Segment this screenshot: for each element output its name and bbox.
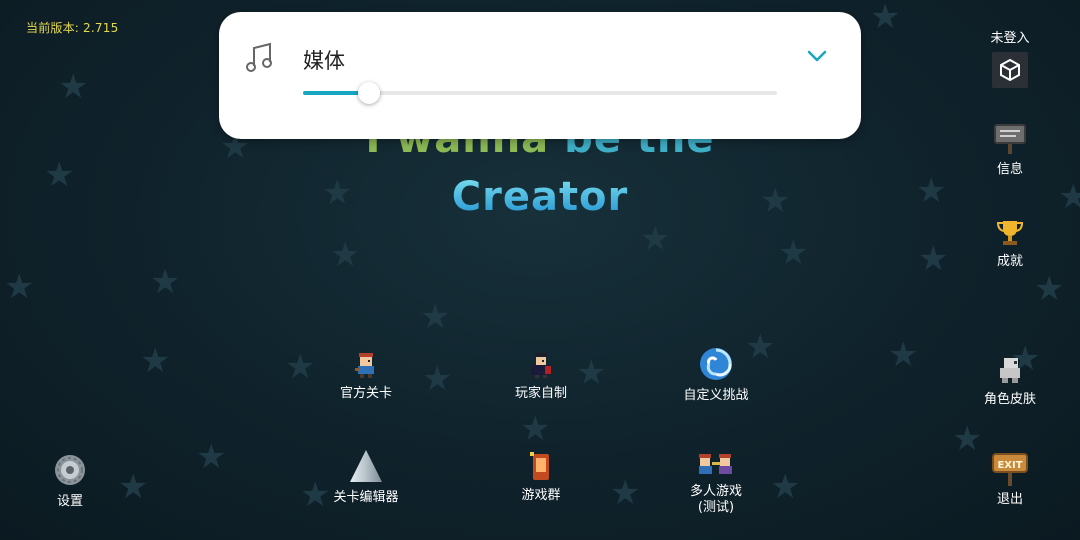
volume-slider-thumb[interactable] bbox=[358, 82, 381, 104]
game-group-button[interactable]: 游戏群 bbox=[481, 450, 601, 504]
star-icon: ★ bbox=[1034, 269, 1065, 309]
achievements-label: 成就 bbox=[996, 254, 1023, 269]
volume-label: 媒体 bbox=[303, 49, 345, 73]
star-icon: ★ bbox=[778, 233, 809, 273]
star-icon: ★ bbox=[520, 409, 551, 449]
version-text: 当前版本: 2.715 bbox=[26, 21, 119, 35]
star-icon: ★ bbox=[150, 262, 181, 302]
achievements-button[interactable]: 成就 bbox=[950, 218, 1070, 270]
star-icon: ★ bbox=[422, 359, 453, 399]
official-levels-label: 官方关卡 bbox=[339, 386, 392, 401]
multiplayer-button[interactable]: 多人游戏 (测试) bbox=[656, 450, 776, 516]
star-icon: ★ bbox=[870, 0, 901, 37]
official-levels-button[interactable]: 官方关卡 bbox=[306, 350, 426, 402]
star-icon: ★ bbox=[610, 473, 641, 513]
unity-logo-icon bbox=[1000, 58, 1020, 82]
star-icon: ★ bbox=[918, 239, 949, 279]
caped-character-icon bbox=[531, 353, 551, 378]
trophy-icon bbox=[996, 221, 1024, 245]
spike-icon bbox=[350, 450, 382, 482]
chevron-down-icon[interactable] bbox=[805, 48, 829, 64]
custom-challenge-button[interactable]: 自定义挑战 bbox=[656, 346, 776, 404]
multiplayer-characters-icon bbox=[699, 454, 732, 474]
info-button[interactable]: 信息 bbox=[950, 120, 1070, 178]
gear-icon bbox=[55, 455, 85, 485]
settings-button[interactable]: 设置 bbox=[10, 452, 130, 510]
svg-text:EXIT: EXIT bbox=[997, 460, 1022, 471]
login-button[interactable] bbox=[992, 52, 1028, 88]
star-icon: ★ bbox=[640, 219, 671, 259]
custom-challenge-label: 自定义挑战 bbox=[683, 388, 749, 403]
skins-label: 角色皮肤 bbox=[983, 392, 1036, 407]
phone-icon bbox=[530, 452, 549, 480]
player-made-button[interactable]: 玩家自制 bbox=[481, 350, 601, 402]
info-label: 信息 bbox=[996, 162, 1023, 177]
multiplayer-sublabel: (测试) bbox=[697, 500, 735, 515]
player-made-label: 玩家自制 bbox=[514, 386, 567, 401]
level-editor-label: 关卡编辑器 bbox=[333, 490, 399, 505]
swirl-portal-icon bbox=[700, 348, 732, 380]
star-icon: ★ bbox=[888, 335, 919, 375]
volume-slider[interactable] bbox=[303, 82, 777, 104]
settings-label: 设置 bbox=[56, 494, 83, 509]
game-group-label: 游戏群 bbox=[521, 488, 561, 503]
star-icon: ★ bbox=[420, 297, 451, 337]
volume-panel: 媒体 bbox=[219, 12, 861, 139]
star-icon: ★ bbox=[196, 437, 227, 477]
signboard-icon bbox=[994, 124, 1026, 154]
star-icon: ★ bbox=[58, 67, 89, 107]
music-note-icon bbox=[246, 42, 272, 72]
star-icon: ★ bbox=[330, 235, 361, 275]
level-editor-button[interactable]: 关卡编辑器 bbox=[306, 448, 426, 506]
multiplayer-label: 多人游戏 bbox=[689, 484, 742, 499]
character-skin-icon bbox=[1000, 358, 1020, 383]
star-icon: ★ bbox=[140, 341, 171, 381]
kid-character-icon bbox=[355, 353, 374, 378]
skins-button[interactable]: 角色皮肤 bbox=[950, 354, 1070, 408]
exit-sign-icon: EXIT bbox=[992, 453, 1028, 486]
star-icon: ★ bbox=[4, 267, 35, 307]
exit-button[interactable]: EXIT 退出 bbox=[950, 450, 1070, 508]
exit-label: 退出 bbox=[996, 492, 1023, 507]
game-title-line-2: Creator bbox=[0, 174, 1080, 220]
login-status: 未登入 bbox=[990, 31, 1030, 46]
